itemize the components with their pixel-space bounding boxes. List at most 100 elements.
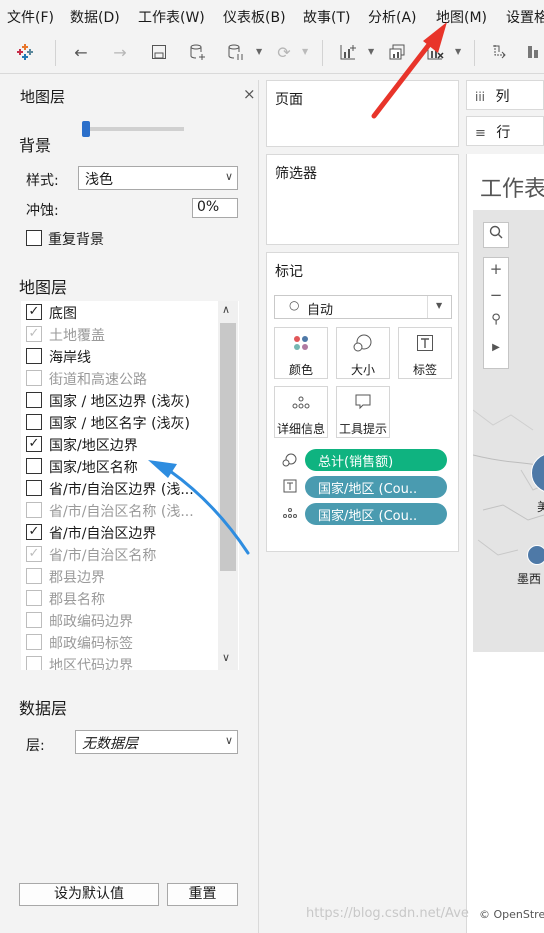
close-icon[interactable]: × bbox=[243, 85, 256, 103]
layer-row[interactable]: 省/市/自治区边界 (浅... bbox=[21, 477, 221, 499]
tooltip-button[interactable]: 工具提示 bbox=[336, 386, 390, 438]
layer-label: 省/市/自治区边界 bbox=[49, 526, 157, 542]
sort-icon[interactable] bbox=[522, 40, 544, 64]
repeat-background-checkbox[interactable] bbox=[26, 230, 42, 246]
menu-map[interactable]: 地图(M) bbox=[436, 7, 487, 27]
layer-list-scrollbar[interactable]: ∧ ∨ bbox=[218, 301, 238, 670]
layer-row[interactable]: 省/市/自治区名称 (浅... bbox=[21, 499, 221, 521]
layer-checkbox[interactable] bbox=[26, 348, 42, 364]
panel-title: 地图层 bbox=[20, 88, 66, 106]
layer-checkbox[interactable]: ✓ bbox=[26, 436, 42, 452]
mark-type-dropdown[interactable]: ○ 自动 ▼ bbox=[274, 295, 452, 319]
new-datasource-icon[interactable] bbox=[186, 40, 210, 64]
marks-pill-row[interactable]: 总计(销售额) bbox=[282, 449, 448, 471]
chevron-down-icon[interactable]: ∨ bbox=[222, 651, 230, 664]
washout-slider-thumb[interactable] bbox=[82, 121, 90, 137]
zoom-out-icon[interactable]: − bbox=[484, 286, 508, 304]
swap-rows-columns-icon[interactable] bbox=[487, 40, 511, 64]
menu-file[interactable]: 文件(F) bbox=[7, 7, 54, 27]
menu-format[interactable]: 设置格 bbox=[506, 7, 544, 27]
layer-checkbox[interactable] bbox=[26, 568, 42, 584]
refresh-icon[interactable]: ⟳ bbox=[272, 40, 296, 64]
set-default-button[interactable]: 设为默认值 bbox=[19, 883, 159, 906]
country-detail-pill[interactable]: 国家/地区 (Cou.. bbox=[305, 503, 447, 525]
layer-checkbox[interactable] bbox=[26, 480, 42, 496]
pages-card[interactable]: 页面 bbox=[266, 80, 459, 147]
pause-datasource-icon[interactable] bbox=[224, 40, 248, 64]
size-button[interactable]: 大小 bbox=[336, 327, 390, 379]
color-button[interactable]: 颜色 bbox=[274, 327, 328, 379]
country-label-pill[interactable]: 国家/地区 (Cou.. bbox=[305, 476, 447, 498]
layer-checkbox[interactable] bbox=[26, 392, 42, 408]
layer-row[interactable]: 国家/地区名称 bbox=[21, 455, 221, 477]
layer-row[interactable]: 郡县边界 bbox=[21, 565, 221, 587]
menu-worksheet[interactable]: 工作表(W) bbox=[138, 7, 205, 27]
chevron-up-icon[interactable]: ∧ bbox=[222, 303, 230, 316]
style-dropdown[interactable]: 浅色 ∨ bbox=[78, 166, 238, 190]
marks-pill-row[interactable]: 国家/地区 (Cou.. bbox=[282, 503, 448, 525]
clear-sheet-icon[interactable] bbox=[423, 40, 447, 64]
washout-input[interactable]: 0% bbox=[192, 198, 238, 218]
save-icon[interactable] bbox=[147, 40, 171, 64]
forward-arrow-icon[interactable]: → bbox=[108, 40, 132, 64]
filters-card[interactable]: 筛选器 bbox=[266, 154, 459, 245]
layer-row[interactable]: ✓ 土地覆盖 bbox=[21, 323, 221, 345]
menu-analysis[interactable]: 分析(A) bbox=[368, 7, 417, 27]
columns-shelf[interactable]: iii 列 bbox=[466, 80, 544, 110]
layer-row[interactable]: 邮政编码标签 bbox=[21, 631, 221, 653]
expand-toolbar-icon[interactable]: ▶ bbox=[484, 342, 508, 353]
tooltip-label: 工具提示 bbox=[338, 422, 387, 436]
layer-checkbox[interactable] bbox=[26, 612, 42, 628]
layer-row[interactable]: 邮政编码边界 bbox=[21, 609, 221, 631]
back-arrow-icon[interactable]: ← bbox=[69, 40, 93, 64]
layer-checkbox[interactable] bbox=[26, 656, 42, 670]
chevron-down-icon[interactable]: ▼ bbox=[368, 47, 374, 56]
layer-label: 省/市/自治区名称 bbox=[49, 548, 157, 564]
layer-row[interactable]: ✓ 省/市/自治区边界 bbox=[21, 521, 221, 543]
scrollbar-thumb[interactable] bbox=[220, 323, 236, 571]
mexico-bubble[interactable] bbox=[527, 545, 544, 565]
chevron-down-icon[interactable]: ▼ bbox=[302, 47, 308, 56]
zoom-in-icon[interactable]: + bbox=[484, 260, 508, 278]
search-icon[interactable] bbox=[483, 222, 509, 248]
layer-checkbox[interactable]: ✓ bbox=[26, 304, 42, 320]
layer-row[interactable]: 郡县名称 bbox=[21, 587, 221, 609]
layer-row[interactable]: 海岸线 bbox=[21, 345, 221, 367]
detail-button[interactable]: 详细信息 bbox=[274, 386, 328, 438]
chevron-down-icon[interactable]: ▼ bbox=[256, 47, 262, 56]
layer-row[interactable]: 国家 / 地区名字 (浅灰) bbox=[21, 411, 221, 433]
reset-button[interactable]: 重置 bbox=[167, 883, 238, 906]
layer-checkbox[interactable]: ✓ bbox=[26, 524, 42, 540]
data-layer-dropdown[interactable]: 无数据层 ∨ bbox=[75, 730, 238, 754]
layer-row[interactable]: 国家 / 地区边界 (浅灰) bbox=[21, 389, 221, 411]
duplicate-sheet-icon[interactable] bbox=[385, 40, 409, 64]
sales-sum-pill[interactable]: 总计(销售额) bbox=[305, 449, 447, 471]
new-worksheet-icon[interactable] bbox=[336, 40, 360, 64]
marks-pill-row[interactable]: 国家/地区 (Cou.. bbox=[282, 476, 448, 498]
layer-checkbox[interactable] bbox=[26, 370, 42, 386]
layer-checkbox[interactable]: ✓ bbox=[26, 326, 42, 342]
label-button[interactable]: 标签 bbox=[398, 327, 452, 379]
layer-row[interactable]: ✓ 省/市/自治区名称 bbox=[21, 543, 221, 565]
layer-row[interactable]: ✓ 国家/地区边界 bbox=[21, 433, 221, 455]
menu-data[interactable]: 数据(D) bbox=[70, 7, 120, 27]
layer-checkbox[interactable] bbox=[26, 590, 42, 606]
chevron-down-icon[interactable]: ▼ bbox=[455, 47, 461, 56]
washout-slider-track[interactable] bbox=[84, 127, 184, 131]
layers-heading: 地图层 bbox=[19, 278, 68, 297]
layer-checkbox[interactable]: ✓ bbox=[26, 546, 42, 562]
layer-row[interactable]: 地区代码边界 bbox=[21, 653, 221, 670]
layer-checkbox[interactable] bbox=[26, 414, 42, 430]
menu-story[interactable]: 故事(T) bbox=[303, 7, 350, 27]
rows-label: 行 bbox=[496, 125, 511, 141]
tableau-logo-icon[interactable] bbox=[13, 40, 37, 64]
menu-dashboard[interactable]: 仪表板(B) bbox=[223, 7, 286, 27]
layer-checkbox[interactable] bbox=[26, 502, 42, 518]
layer-row[interactable]: ✓ 底图 bbox=[21, 301, 221, 323]
layer-checkbox[interactable] bbox=[26, 458, 42, 474]
layer-row[interactable]: 街道和高速公路 bbox=[21, 367, 221, 389]
pin-icon[interactable]: ⚲ bbox=[484, 312, 508, 327]
layer-checkbox[interactable] bbox=[26, 634, 42, 650]
map-layer-list: ✓ 底图 ✓ 土地覆盖 海岸线 街道和高速公路 国家 / 地区边界 (浅灰) 国家 / 地区名… bbox=[21, 301, 239, 670]
rows-shelf[interactable]: ≡ 行 bbox=[466, 116, 544, 146]
